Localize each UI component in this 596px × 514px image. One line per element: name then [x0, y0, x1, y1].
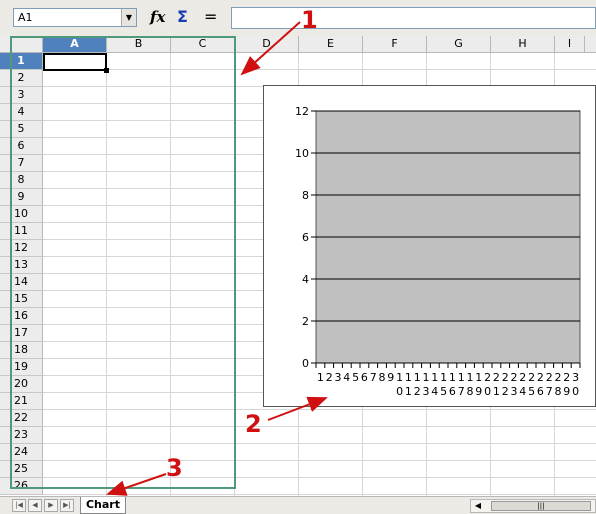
chart-x-tick-label: 3	[335, 371, 342, 384]
chart-y-tick-label: 0	[302, 357, 309, 370]
name-box-value: A1	[18, 11, 33, 24]
chart-x-tick-label: 27	[546, 371, 553, 398]
chart-x-tick-label: 20	[484, 371, 491, 398]
chart-y-tick-label: 2	[302, 315, 309, 328]
column-header-e[interactable]: E	[299, 36, 363, 52]
chart-x-tick-label: 15	[440, 371, 447, 398]
chart-x-tick-label: 10	[396, 371, 403, 398]
chart-x-tick-label: 24	[519, 371, 526, 398]
scrollbar-thumb[interactable]: |||	[491, 501, 591, 511]
column-header-i[interactable]: I	[555, 36, 585, 52]
column-header-g[interactable]: G	[427, 36, 491, 52]
next-sheet-icon[interactable]: ▶	[44, 499, 58, 512]
chart-y-tick-label: 6	[302, 231, 309, 244]
chart-x-tick-label: 9	[387, 371, 394, 384]
column-header-h[interactable]: H	[491, 36, 555, 52]
chart-x-tick-label: 22	[502, 371, 509, 398]
chart-x-tick-label: 18	[467, 371, 474, 398]
chart-y-tick-label: 8	[302, 189, 309, 202]
annotation-label-1: 1	[301, 6, 318, 34]
first-sheet-icon[interactable]: |◀	[12, 499, 26, 512]
annotation-label-3: 3	[166, 454, 183, 482]
chart-x-tick-label: 2	[326, 371, 333, 384]
chart-x-tick-label: 25	[528, 371, 535, 398]
annotation-label-2: 2	[245, 410, 262, 438]
chart-x-tick-label: 16	[449, 371, 456, 398]
sheet-tab-chart[interactable]: Chart	[80, 497, 126, 514]
chart-y-tick-label: 12	[295, 105, 309, 118]
chart-x-tick-label: 6	[361, 371, 368, 384]
chart-x-tick-label: 7	[370, 371, 377, 384]
chart-x-tick-label: 12	[414, 371, 421, 398]
name-box-dropdown-icon[interactable]: ▼	[121, 9, 136, 26]
chart-y-tick-label: 10	[295, 147, 309, 160]
chart-x-tick-label: 19	[475, 371, 482, 398]
last-sheet-icon[interactable]: ▶|	[60, 499, 74, 512]
chart-x-tick-label: 13	[423, 371, 430, 398]
chart-y-tick-label: 4	[302, 273, 309, 286]
chart-x-tick-label: 8	[379, 371, 386, 384]
row-gridline	[43, 494, 596, 495]
horizontal-scrollbar[interactable]: ◀ |||	[470, 499, 596, 513]
formula-equals-icon[interactable]: =	[204, 7, 217, 26]
chart-x-tick-label: 5	[352, 371, 359, 384]
chart-x-tick-label: 1	[317, 371, 324, 384]
chart-object[interactable]: 0 2 4 6 8 10 12 1 2 3 4 5 6 7 8 9 1 0 1 1 1 2 1 3 1 4 1 5 1 6 1 7 1 8 1 9 2 0…	[263, 85, 596, 407]
chart-x-tick-label: 4	[343, 371, 350, 384]
chart-svg: 0246810121 2 3 4 5 6 7 8 9 1 01 11 21 31 41 51 61 71 81 92 0…	[295, 105, 581, 398]
formula-bar: A1 ▼ fx Σ =	[0, 0, 596, 36]
name-box[interactable]: A1 ▼	[13, 8, 137, 27]
chart-x-tick-label: 11	[405, 371, 412, 398]
chart-x-tick-label: 17	[458, 371, 465, 398]
scroll-left-icon[interactable]: ◀	[471, 500, 485, 512]
sheet-tab-bar: |◀ ◀ ▶ ▶| Chart ◀ |||	[0, 496, 596, 514]
column-header-f[interactable]: F	[363, 36, 427, 52]
chart-x-tick-label: 28	[555, 371, 562, 398]
chart-x-tick-label: 26	[537, 371, 544, 398]
chart-x-tick-label: 29	[563, 371, 570, 398]
chart-x-tick-label: 14	[431, 371, 438, 398]
formula-input[interactable]	[231, 7, 596, 29]
previous-sheet-icon[interactable]: ◀	[28, 499, 42, 512]
chart-x-tick-label: 21	[493, 371, 500, 398]
column-header-d[interactable]: D	[235, 36, 299, 52]
chart-x-tick-label: 30	[572, 371, 579, 398]
sum-icon[interactable]: Σ	[177, 7, 188, 26]
highlighted-columns-outline	[10, 36, 236, 489]
chart-x-tick-label: 23	[511, 371, 518, 398]
function-wizard-icon[interactable]: fx	[150, 8, 165, 26]
